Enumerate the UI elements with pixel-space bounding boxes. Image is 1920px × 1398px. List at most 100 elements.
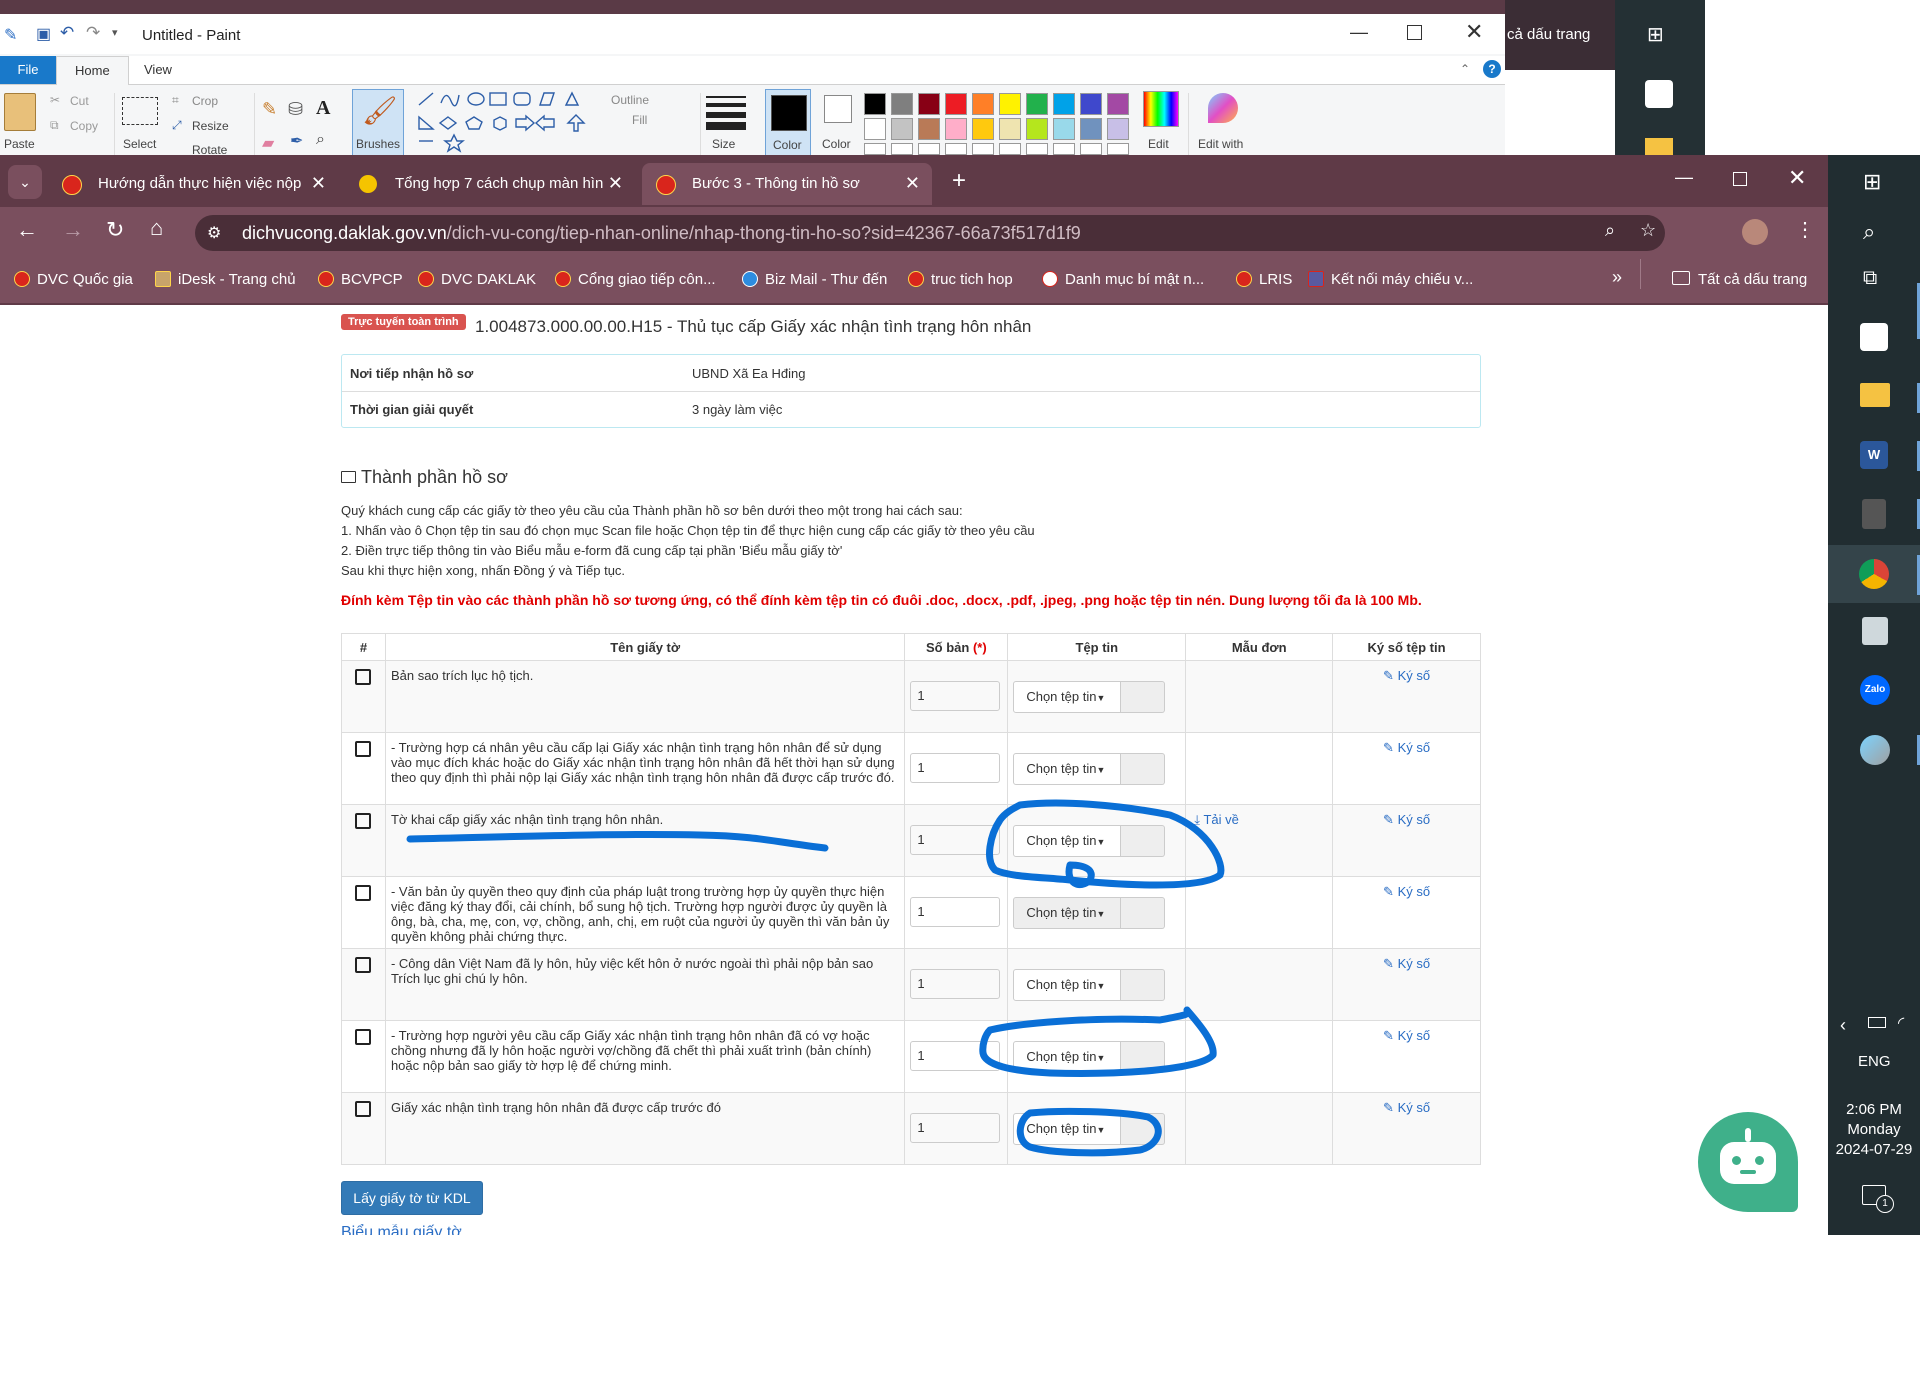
bookmark-dvc-daklak[interactable]: DVC DAKLAK xyxy=(418,271,536,288)
tab-search-icon[interactable]: ⌄ xyxy=(8,165,42,199)
color-picker-icon[interactable]: ✒ xyxy=(290,131,303,151)
paint-tab-home[interactable]: Home xyxy=(56,56,129,85)
tab-close-icon[interactable]: ✕ xyxy=(905,173,920,194)
language-indicator[interactable]: ENG xyxy=(1858,1053,1891,1070)
pencil-icon[interactable]: ✎ xyxy=(262,99,277,120)
bookmark-cong-giao-tiep[interactable]: Cổng giao tiếp côn... xyxy=(555,271,716,288)
palette-swatch[interactable] xyxy=(972,93,994,115)
bookmark-truc-tich-hop[interactable]: truc tich hop xyxy=(908,271,1013,288)
back-icon[interactable]: ← xyxy=(16,217,38,243)
tab-2[interactable]: Tổng hợp 7 cách chụp màn hình ✕ xyxy=(345,163,635,205)
outline-label[interactable]: Outline xyxy=(611,93,649,107)
edit-with-label[interactable]: Edit with xyxy=(1198,137,1243,151)
palette-swatch[interactable] xyxy=(1053,93,1075,115)
palette-swatch[interactable] xyxy=(1080,93,1102,115)
custom-color-slot[interactable] xyxy=(891,143,913,155)
palette-swatch[interactable] xyxy=(918,93,940,115)
kdl-button[interactable]: Lấy giấy tờ từ KDL xyxy=(341,1181,483,1215)
forward-icon[interactable]: → xyxy=(62,217,84,243)
zoom-icon[interactable]: ⌕ xyxy=(1605,220,1615,241)
magnifier-icon[interactable]: ⌕ xyxy=(316,131,325,149)
quick-access-dropdown-icon[interactable]: ▾ xyxy=(112,26,118,39)
wifi-icon[interactable]: ◜ xyxy=(1898,1013,1904,1033)
home-icon[interactable]: ⌂ xyxy=(150,215,163,241)
save-icon[interactable]: ▣ xyxy=(36,24,51,44)
palette-swatch[interactable] xyxy=(864,118,886,140)
text-tool-icon[interactable]: A xyxy=(316,97,330,120)
reload-icon[interactable]: ↻ xyxy=(106,217,124,243)
word-icon[interactable]: W xyxy=(1860,441,1888,469)
store-app-icon[interactable] xyxy=(1860,323,1888,351)
select-icon[interactable] xyxy=(122,97,158,125)
palette-swatch[interactable] xyxy=(864,93,886,115)
chrome-taskbar-active[interactable] xyxy=(1828,545,1920,603)
palette-swatch[interactable] xyxy=(891,118,913,140)
palette-swatch[interactable] xyxy=(1080,118,1102,140)
bookmark-lris[interactable]: LRIS xyxy=(1236,271,1292,288)
eraser-icon[interactable]: ▰ xyxy=(262,133,274,153)
custom-color-slot[interactable] xyxy=(864,143,886,155)
cut-icon[interactable]: ✂ xyxy=(50,93,60,107)
task-view-icon[interactable]: ⧉ xyxy=(1863,267,1877,290)
browser-restore-icon[interactable] xyxy=(1733,172,1747,186)
printer-app-icon[interactable] xyxy=(1862,617,1888,645)
tab-close-icon[interactable]: ✕ xyxy=(311,173,326,194)
palette-swatch[interactable] xyxy=(918,118,940,140)
undo-icon[interactable]: ↶ xyxy=(60,23,74,43)
search-icon[interactable]: ⌕ xyxy=(1863,219,1875,245)
palette-swatch[interactable] xyxy=(1026,93,1048,115)
palette-swatch[interactable] xyxy=(891,93,913,115)
all-bookmarks[interactable]: Tất cả dấu trang xyxy=(1672,271,1807,288)
close-icon[interactable]: ✕ xyxy=(1465,19,1483,45)
fill-label[interactable]: Fill xyxy=(632,113,647,127)
color1-button[interactable]: Color xyxy=(765,89,811,157)
bookmark-biz-mail[interactable]: Biz Mail - Thư đến xyxy=(742,271,887,288)
profile-avatar[interactable] xyxy=(1742,219,1768,245)
shapes-gallery[interactable] xyxy=(414,89,604,153)
browser-close-icon[interactable]: ✕ xyxy=(1788,165,1806,191)
resize-icon[interactable]: ⤢ xyxy=(172,118,182,133)
edit-colors-label[interactable]: Edit xyxy=(1148,137,1169,151)
task-view-icon[interactable]: ⊞ xyxy=(1647,22,1664,47)
bookmark-star-icon[interactable]: ☆ xyxy=(1640,220,1656,241)
new-tab-icon[interactable]: + xyxy=(952,167,966,195)
bookmark-idesk[interactable]: iDesk - Trang chủ xyxy=(155,271,296,288)
paint-tab-file[interactable]: File xyxy=(0,56,56,84)
custom-color-slot[interactable] xyxy=(972,143,994,155)
palette-swatch[interactable] xyxy=(999,93,1021,115)
palette-swatch[interactable] xyxy=(1107,118,1129,140)
crop-icon[interactable]: ⌗ xyxy=(172,93,179,108)
custom-color-slot[interactable] xyxy=(1053,143,1075,155)
paint-tab-view[interactable]: View xyxy=(126,56,190,84)
custom-color-slot[interactable] xyxy=(918,143,940,155)
browser-menu-icon[interactable]: ⋮ xyxy=(1795,217,1815,242)
fill-bucket-icon[interactable]: ⛁ xyxy=(288,99,303,120)
custom-color-slot[interactable] xyxy=(1107,143,1129,155)
bookmark-bcvpcp[interactable]: BCVPCP xyxy=(318,271,403,288)
resize-label[interactable]: Resize xyxy=(192,119,229,133)
paint3d-icon[interactable] xyxy=(1208,93,1238,123)
copy-label[interactable]: Copy xyxy=(70,119,98,133)
minimize-icon[interactable]: — xyxy=(1350,22,1368,43)
palette-swatch[interactable] xyxy=(1107,93,1129,115)
crop-label[interactable]: Crop xyxy=(192,94,218,108)
select-label[interactable]: Select xyxy=(123,137,156,151)
tab-3-active[interactable]: Bước 3 - Thông tin hồ sơ ✕ xyxy=(642,163,932,205)
custom-color-slot[interactable] xyxy=(1080,143,1102,155)
show-hidden-icons-icon[interactable]: ‹ xyxy=(1840,1015,1846,1036)
zalo-icon[interactable]: Zalo xyxy=(1860,675,1890,705)
calculator-icon[interactable] xyxy=(1862,499,1886,529)
custom-color-slot[interactable] xyxy=(945,143,967,155)
cut-label[interactable]: Cut xyxy=(70,94,89,108)
windows-start-icon[interactable]: ⊞ xyxy=(1863,169,1881,195)
palette-swatch[interactable] xyxy=(945,118,967,140)
bookmark-danh-muc-bi-mat[interactable]: Danh mục bí mật n... xyxy=(1042,271,1204,288)
clock[interactable]: 2:06 PM Monday 2024-07-29 xyxy=(1828,1100,1920,1160)
paste-icon[interactable] xyxy=(4,93,36,131)
palette-swatch[interactable] xyxy=(972,118,994,140)
site-info-icon[interactable]: ⚙ xyxy=(207,223,221,243)
color2-swatch[interactable] xyxy=(824,95,852,123)
palette-swatch[interactable] xyxy=(1053,118,1075,140)
size-button[interactable] xyxy=(706,93,746,131)
custom-color-slot[interactable] xyxy=(999,143,1021,155)
